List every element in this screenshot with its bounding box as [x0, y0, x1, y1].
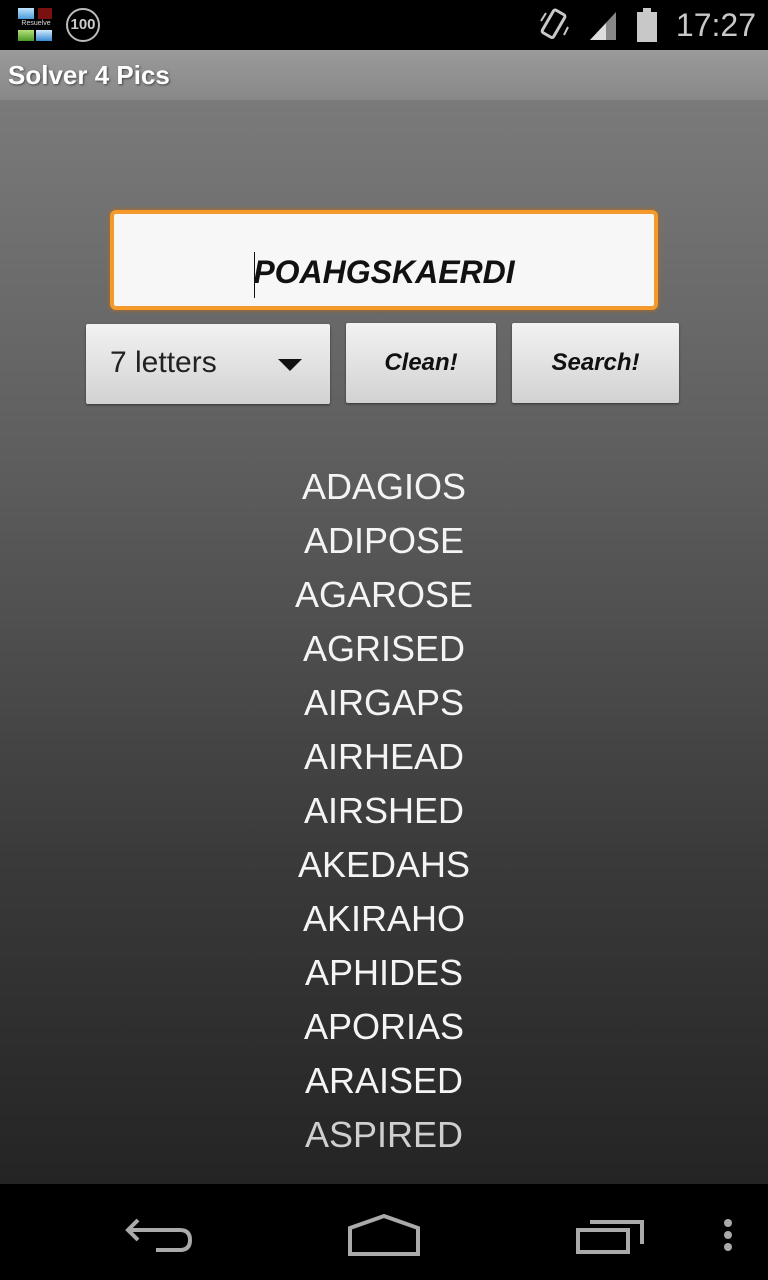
back-icon[interactable] [124, 1214, 196, 1258]
home-icon[interactable] [346, 1214, 422, 1256]
signal-icon [589, 12, 616, 40]
menu-icon[interactable] [720, 1218, 736, 1254]
result-word[interactable]: ARAISED [0, 1054, 768, 1108]
result-word[interactable]: ASPIRED [0, 1108, 768, 1162]
result-word[interactable]: AIRGAPS [0, 676, 768, 730]
search-button-label: Search! [551, 349, 640, 376]
clock: 17:27 [675, 6, 756, 43]
result-word[interactable]: AIRHEAD [0, 730, 768, 784]
result-word[interactable]: ADIPOSE [0, 514, 768, 568]
search-button[interactable]: Search! [512, 323, 679, 403]
result-word[interactable]: APORIAS [0, 1000, 768, 1054]
result-word[interactable]: ADAGIOS [0, 460, 768, 514]
result-word[interactable]: AIRSHED [0, 784, 768, 838]
action-bar: Solver 4 Pics [0, 50, 768, 100]
app-title: Solver 4 Pics [8, 60, 170, 90]
app-notification-icon: Resuelve [18, 8, 54, 42]
recent-apps-icon[interactable] [574, 1218, 646, 1254]
result-word[interactable]: AGRISED [0, 622, 768, 676]
clean-button[interactable]: Clean! [346, 323, 496, 403]
letter-count-spinner[interactable]: 7 letters [86, 324, 330, 404]
letters-input[interactable]: POAHGSKAERDI [110, 210, 658, 310]
result-word[interactable]: AKEDAHS [0, 838, 768, 892]
spinner-value: 7 letters [110, 346, 217, 379]
result-word[interactable]: AKIRAHO [0, 892, 768, 946]
navigation-bar [0, 1184, 768, 1280]
main-content: POAHGSKAERDI 7 letters Clean! Search! AD… [0, 100, 768, 1184]
result-word[interactable]: AGAROSE [0, 568, 768, 622]
status-bar: Resuelve 100 17:27 [0, 0, 768, 50]
battery-icon [636, 8, 657, 42]
letters-input-value: POAHGSKAERDI [253, 254, 515, 290]
result-word[interactable]: APHIDES [0, 946, 768, 1000]
dropdown-arrow-icon [278, 359, 302, 371]
results-list[interactable]: ADAGIOS ADIPOSE AGAROSE AGRISED AIRGAPS … [0, 460, 768, 1162]
app-icon-label: Resuelve [21, 20, 51, 27]
vibrate-icon [540, 8, 569, 40]
clean-button-label: Clean! [384, 349, 458, 376]
notification-badge-icon: 100 [66, 8, 100, 42]
